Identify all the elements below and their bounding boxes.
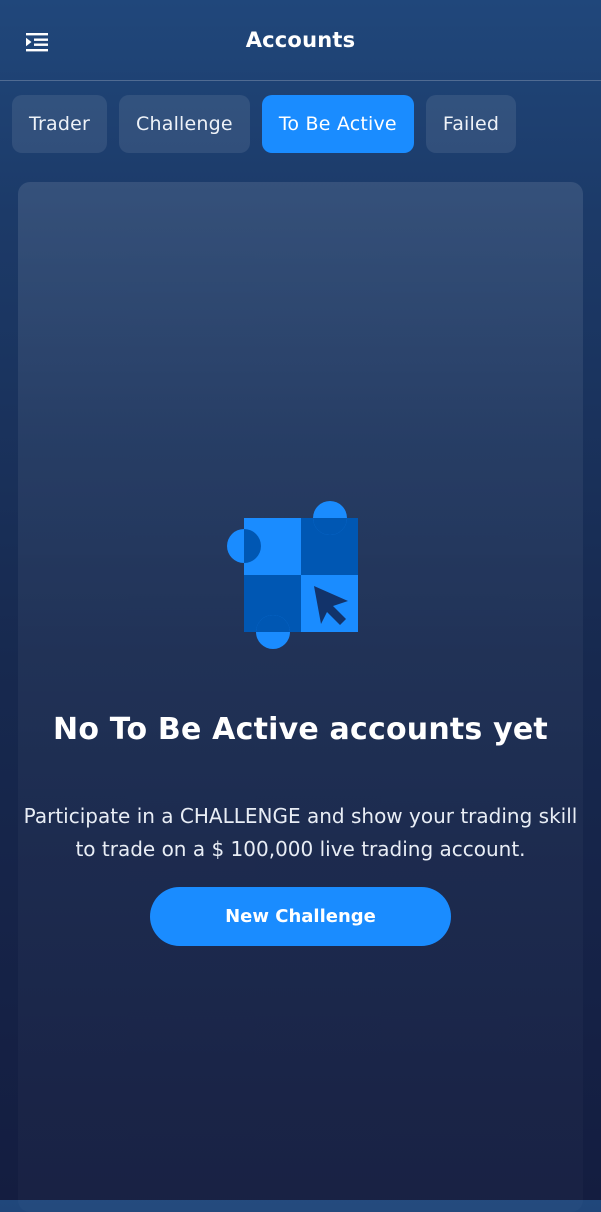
content-panel <box>18 182 583 1212</box>
page-title: Accounts <box>245 28 356 52</box>
tab-failed[interactable]: Failed <box>425 95 517 153</box>
empty-state-description: Participate in a CHALLENGE and show your… <box>23 804 578 861</box>
checkerboard-cursor-icon <box>222 500 362 652</box>
tab-trader[interactable]: Trader <box>12 95 108 153</box>
app-header: Accounts <box>0 0 601 81</box>
tab-to-be-active[interactable]: To Be Active <box>261 95 414 153</box>
new-challenge-button[interactable]: New Challenge <box>150 887 451 946</box>
tab-challenge[interactable]: Challenge <box>119 95 250 153</box>
empty-state-title: No To Be Active accounts yet <box>53 712 548 747</box>
account-tabs: Trader Challenge To Be Active Failed <box>12 95 517 153</box>
